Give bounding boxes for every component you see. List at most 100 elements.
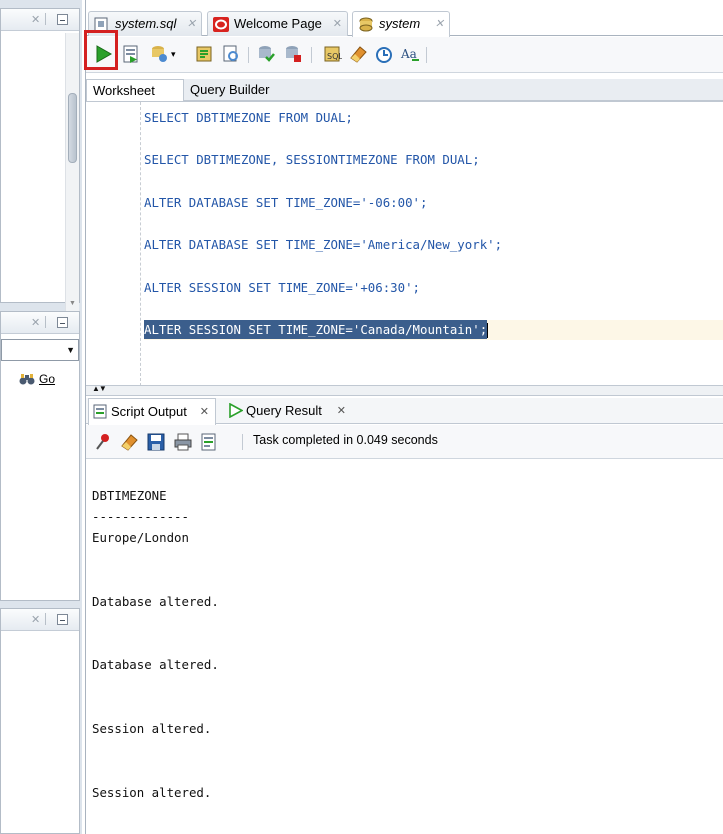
close-icon[interactable]: ✕ [31,13,40,26]
print-button[interactable] [173,432,193,452]
divider [45,316,46,328]
close-tab-icon[interactable]: ✕ [187,12,196,36]
script-output-area[interactable]: DBTIMEZONE ------------- Europe/London D… [86,460,723,834]
toolbar-divider [311,47,312,63]
explain-plan-icon [196,46,212,62]
run-button-highlight [84,30,118,70]
rollback-icon [286,46,301,62]
code-line[interactable]: SELECT DBTIMEZONE FROM DUAL; [144,108,353,128]
chevron-down-icon: ▼ [66,345,75,355]
sql-tuning-button[interactable] [221,44,241,64]
divider [45,13,46,25]
scroll-down-icon[interactable]: ▼ [69,300,76,307]
pane-splitter[interactable]: ▲▼ [86,384,723,396]
clear-output-button[interactable] [119,432,139,452]
commit-icon [259,46,275,62]
gutter-guide-line [140,102,141,386]
divider [45,613,46,625]
autotrace-icon [152,46,167,62]
database-connection-icon [359,17,373,32]
unshared-sql-icon: SQL [324,46,343,62]
code-line[interactable]: ALTER DATABASE SET TIME_ZONE='America/Ne… [144,235,502,255]
tab-label: Query Result [246,403,322,418]
worksheet-toolbar: ▾ SQL Aa [86,37,723,73]
close-tab-icon[interactable]: ✕ [337,398,346,424]
close-tab-icon[interactable]: ✕ [333,12,342,36]
autotrace-button[interactable] [149,44,169,64]
tab-query-builder[interactable]: Query Builder [184,79,723,101]
selected-statement[interactable]: ALTER SESSION SET TIME_ZONE='Canada/Moun… [144,320,488,339]
run-script-icon [123,45,138,63]
close-icon[interactable]: ✕ [31,316,40,329]
lower-panel: ✕ [0,608,80,834]
clear-button[interactable] [348,44,368,64]
tab-script-output[interactable]: Script Output ✕ [88,398,216,425]
left-column: ✕ ▼ ✕ ▼ Go ✕ [0,0,82,834]
tab-label: Script Output [111,404,187,419]
save-icon [147,433,165,451]
toolbar-divider [426,47,427,63]
output-toolbar: Task completed in 0.049 seconds [86,425,723,459]
panel-header: ✕ [1,312,79,334]
rollback-button[interactable] [283,44,303,64]
code-line[interactable]: ALTER DATABASE SET TIME_ZONE='-06:00'; [144,193,427,213]
eraser-icon [350,46,367,63]
tab-label: system.sql [115,16,177,31]
output-line: ------------- [92,509,189,524]
main-area: system.sql ✕ Welcome Page ✕ system ✕ ▾ S… [84,0,723,834]
binoculars-icon [19,374,35,385]
tab-label: Welcome Page [234,16,322,31]
oracle-logo-icon [213,17,229,32]
go-button[interactable]: Go [13,370,73,390]
format-button[interactable]: Aa [400,44,420,64]
unshared-sql-button[interactable]: SQL [322,44,343,64]
reports-panel: ✕ ▼ Go [0,311,80,601]
pin-icon [96,434,109,450]
explain-plan-button[interactable] [194,44,214,64]
dropdown-arrow-icon[interactable]: ▾ [171,49,183,69]
tab-welcome-page[interactable]: Welcome Page ✕ [207,11,348,36]
close-tab-icon[interactable]: ✕ [435,12,444,36]
panel-header: ✕ [1,609,79,631]
current-line[interactable]: ALTER SESSION SET TIME_ZONE='Canada/Moun… [144,320,723,340]
minimize-icon[interactable] [57,14,68,25]
text-caret [487,323,489,338]
tab-system[interactable]: system ✕ [352,11,450,37]
pin-button[interactable] [93,432,113,452]
tab-query-result[interactable]: Query Result ✕ [224,398,352,424]
collapse-arrows-icon[interactable]: ▲▼ [92,384,107,393]
output-line: Europe/London [92,530,189,545]
tab-worksheet[interactable]: Worksheet [86,79,184,101]
svg-text:Aa: Aa [400,47,417,61]
format-case-icon: Aa [400,47,419,61]
run-script-button[interactable] [121,44,141,64]
vertical-scrollbar[interactable]: ▼ [65,33,79,311]
code-line[interactable]: SELECT DBTIMEZONE, SESSIONTIMEZONE FROM … [144,150,480,170]
line-gutter [86,102,144,386]
minimize-icon[interactable] [57,614,68,625]
filter-dropdown[interactable]: ▼ [1,339,79,361]
output-line: Database altered. [92,657,219,672]
scrollbar-thumb[interactable] [68,93,77,163]
open-script-button[interactable] [199,432,219,452]
commit-button[interactable] [256,44,276,64]
minimize-icon[interactable] [57,317,68,328]
script-document-icon [201,433,216,451]
script-output-icon [93,404,107,419]
print-icon [174,433,192,451]
close-icon[interactable]: ✕ [31,613,40,626]
toolbar-divider [248,47,249,63]
tab-label: system [379,16,421,31]
close-tab-icon[interactable]: ✕ [200,399,209,425]
worksheet-subtabs: Worksheet Query Builder [86,79,723,101]
output-line: Session altered. [92,721,212,736]
sql-tuning-icon [223,45,238,62]
sql-history-button[interactable] [374,44,394,64]
task-status-text: Task completed in 0.049 seconds [253,433,438,447]
connections-panel: ✕ ▼ [0,8,80,311]
code-line[interactable]: ALTER SESSION SET TIME_ZONE='+06:30'; [144,278,420,298]
output-line: Session altered. [92,785,212,800]
save-button[interactable] [146,432,166,452]
sql-editor[interactable]: SELECT DBTIMEZONE FROM DUAL; SELECT DBTI… [86,101,723,386]
play-outline-icon [229,403,243,418]
